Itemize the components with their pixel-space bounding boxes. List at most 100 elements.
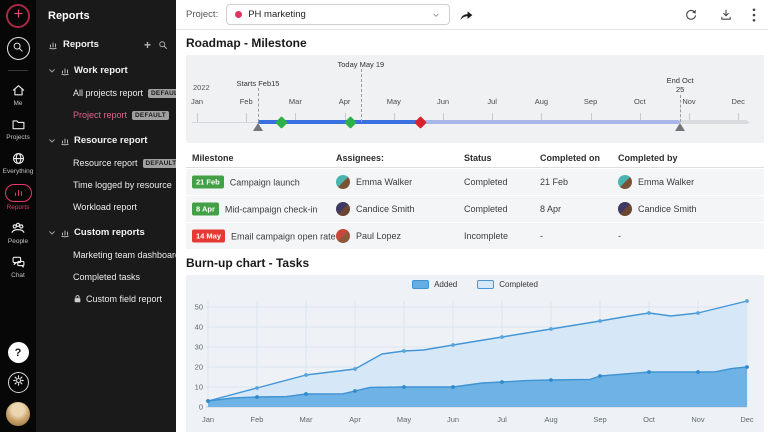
timeline-year: 2022 (193, 83, 210, 92)
annotation-line (258, 88, 259, 122)
milestone-cell: 14 MayEmail campaign open rate (192, 230, 336, 243)
sidebar-section-header[interactable]: Work report (48, 65, 168, 76)
default-badge: DEFAULT (143, 159, 176, 168)
legend-item-completed[interactable]: Completed (477, 280, 538, 289)
refresh-button[interactable] (684, 8, 698, 22)
sidebar-item[interactable]: All projects reportDEFAULT (73, 88, 168, 98)
annotation-line (361, 69, 362, 122)
add-report-button[interactable]: + (144, 40, 151, 50)
sidebar-item-label: Completed tasks (73, 272, 140, 282)
avatar (618, 175, 632, 189)
report-chart-icon (60, 66, 70, 76)
assignee-cell: Emma Walker (336, 175, 412, 189)
svg-text:Jul: Jul (497, 415, 507, 424)
timeline-month-label: Sep (584, 97, 597, 106)
sidebar-section-header[interactable]: Custom reports (48, 227, 168, 238)
avatar (336, 202, 350, 216)
milestone-date-badge: 14 May (192, 230, 225, 243)
more-options-button[interactable] (752, 8, 756, 22)
add-button[interactable] (6, 4, 30, 28)
burnup-chart: 01020304050JanFebMarAprMayJunJulAugSepOc… (186, 275, 764, 432)
reports-sidebar: Reports Reports + Work reportAll project… (36, 0, 176, 432)
rail-item-label: Everything (3, 168, 34, 175)
sidebar-item-label: Project report (73, 110, 127, 120)
completed-by-cell: - (618, 231, 621, 241)
svg-text:30: 30 (195, 343, 203, 352)
rail-item-label: Reports (7, 204, 30, 211)
sidebar-item[interactable]: Workload report (73, 202, 168, 212)
download-button[interactable] (719, 8, 733, 22)
timeline-month-label: May (387, 97, 401, 106)
rail-item-projects[interactable]: Projects (3, 116, 34, 141)
app-window: MeProjectsEverythingReportsPeopleChat ? … (0, 0, 768, 432)
sidebar-item[interactable]: Project report DEFAULT (73, 110, 168, 120)
share-button[interactable] (458, 8, 474, 22)
lock-icon (73, 294, 82, 304)
svg-text:Aug: Aug (544, 415, 557, 424)
sidebar-item-label: All projects report (73, 88, 143, 98)
plus-icon (12, 7, 25, 25)
svg-text:Feb: Feb (251, 415, 264, 424)
svg-text:Jan: Jan (202, 415, 214, 424)
completed-on-cell: 8 Apr (540, 204, 561, 214)
completed-by-cell: Emma Walker (618, 175, 694, 189)
help-button[interactable]: ? (8, 342, 29, 363)
sidebar-item[interactable]: Resource reportDEFAULT (73, 158, 168, 168)
roadmap-timeline: 2022JanFebMarAprMayJunJulAugSepOctNovDec… (186, 55, 764, 143)
svg-text:Sep: Sep (593, 415, 606, 424)
legend-item-added[interactable]: Added (412, 280, 457, 289)
burnup-chart-panel: AddedCompleted 01020304050JanFebMarAprMa… (186, 275, 764, 432)
timeline-month-label: Oct (634, 97, 646, 106)
global-search-button[interactable] (7, 37, 30, 60)
completed-on-cell: - (540, 231, 543, 241)
report-content: Roadmap - Milestone 2022JanFebMarAprMayJ… (176, 30, 768, 432)
annotation-label: Starts Feb15 (237, 79, 280, 88)
burnup-title: Burn-up chart - Tasks (186, 256, 768, 270)
rail-item-me[interactable]: Me (3, 82, 34, 107)
svg-text:Jun: Jun (447, 415, 459, 424)
report-chart-icon (48, 40, 58, 50)
gear-icon (12, 374, 25, 392)
table-header-row: MilestoneAssignees:StatusCompleted onCom… (186, 148, 764, 168)
timeline-month-label: Jan (191, 97, 203, 106)
legend-label: Completed (499, 280, 538, 289)
column-header: Assignees: (336, 153, 384, 163)
sidebar-item-label: Workload report (73, 202, 137, 212)
search-reports-button[interactable] (158, 40, 168, 50)
sidebar-item[interactable]: Custom field report (73, 294, 168, 304)
annotation-line (680, 95, 681, 122)
user-avatar[interactable] (6, 402, 30, 426)
timeline-month-label: Mar (289, 97, 302, 106)
sidebar-tree-header: Reports + (48, 39, 168, 50)
sidebar-item-label: Custom field report (86, 294, 162, 304)
column-header: Completed on (540, 153, 600, 163)
sidebar-item[interactable]: Marketing team dashboard (73, 250, 168, 260)
section-label: Work report (74, 65, 128, 76)
milestone-diamond-completed (275, 116, 288, 129)
settings-button[interactable] (8, 372, 29, 393)
milestone-date-badge: 8 Apr (192, 203, 219, 216)
svg-text:10: 10 (195, 383, 203, 392)
table-row: 14 MayEmail campaign open ratePaul Lopez… (186, 223, 764, 249)
search-icon (12, 40, 24, 58)
rail-item-chat[interactable]: Chat (3, 254, 34, 279)
rail-item-everything[interactable]: Everything (3, 150, 34, 175)
rail-item-label: Chat (11, 272, 25, 279)
timeline-tick (246, 113, 247, 122)
sidebar-section-header[interactable]: Resource report (48, 135, 168, 146)
chevron-down-icon (48, 67, 56, 75)
annotation-label: End Oct (667, 76, 694, 85)
timeline-month-label: Dec (732, 97, 745, 106)
milestone-date-badge: 21 Feb (192, 176, 224, 189)
default-badge: DEFAULT (132, 111, 169, 120)
chat-icon (11, 254, 26, 270)
timeline-month-label: Apr (339, 97, 351, 106)
chevron-down-icon (431, 10, 441, 20)
rail-item-people[interactable]: People (3, 220, 34, 245)
sidebar-item[interactable]: Completed tasks (73, 272, 168, 282)
project-select[interactable]: PH marketing (226, 4, 450, 25)
rail-item-reports[interactable]: Reports (3, 184, 34, 211)
rail-item-label: Me (13, 100, 22, 107)
everything-icon (11, 150, 26, 166)
sidebar-item[interactable]: Time logged by resource (73, 180, 168, 190)
